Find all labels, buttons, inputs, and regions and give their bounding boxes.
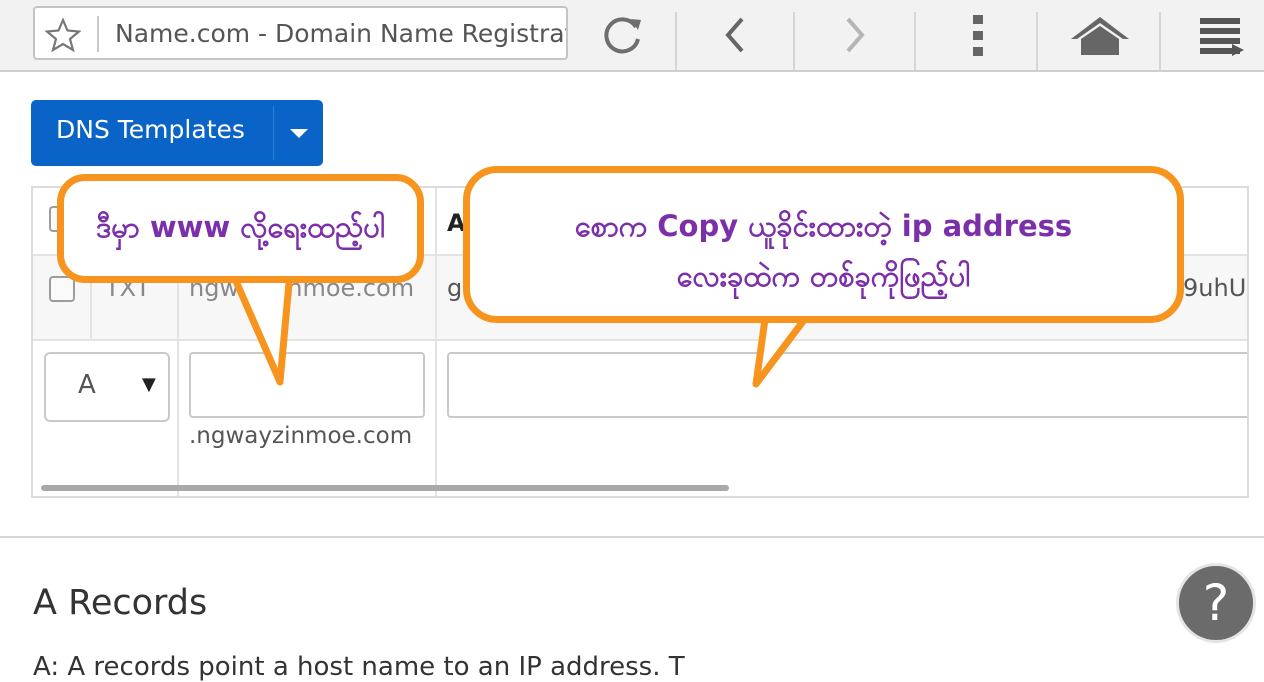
callout-host-instruction: ဒီမှာ www လို့ရေးထည့်ပါ (57, 174, 424, 283)
overflow-menu-button[interactable] (956, 12, 1000, 58)
help-icon: ? (1202, 574, 1230, 632)
dns-templates-button[interactable]: DNS Templates (31, 100, 323, 166)
record-answer-cell: g (447, 274, 463, 302)
callout-answer-instruction: စောက Copy ယူခိုင်းထားတဲ့ ip address လေးခ… (463, 166, 1184, 323)
address-bar[interactable]: Name.com - Domain Name Registrati (33, 6, 568, 60)
page-title-text: Name.com - Domain Name Registrati (115, 19, 568, 48)
callout-tail (230, 270, 294, 386)
browser-toolbar: Name.com - Domain Name Registrati (0, 0, 1264, 72)
row-divider (33, 339, 1247, 341)
toolbar-divider (1159, 12, 1161, 70)
chevron-down-icon[interactable] (290, 129, 308, 138)
toolbar-divider (1036, 12, 1038, 70)
home-icon (1071, 17, 1129, 55)
reload-button[interactable] (598, 12, 648, 58)
split-divider (273, 106, 274, 160)
forward-icon (846, 17, 865, 53)
callout-answer-line1: စောက Copy ယူခိုင်းထားတဲ့ ip address (574, 209, 1073, 243)
row-checkbox[interactable] (49, 276, 75, 302)
horizontal-scrollbar[interactable] (41, 485, 729, 491)
forward-button[interactable] (832, 12, 878, 58)
toolbar-divider (793, 12, 795, 70)
help-button[interactable]: ? (1176, 563, 1256, 643)
toolbar-divider (914, 12, 916, 70)
toolbar-divider (675, 12, 677, 70)
reload-icon (604, 17, 641, 54)
record-answer-cell-end: 9uhU6 (1183, 274, 1247, 302)
caret-down-icon: ▼ (142, 374, 156, 395)
tabs-button[interactable] (1192, 12, 1252, 58)
dns-templates-label: DNS Templates (56, 115, 245, 144)
back-button[interactable] (712, 12, 758, 58)
host-suffix: .ngwayzinmoe.com (189, 423, 413, 449)
record-type-select[interactable]: A ▼ (44, 352, 170, 422)
record-type-value: A (78, 370, 96, 400)
back-icon (725, 17, 744, 53)
callout-host-text: ဒီမှာ www လို့ရေးထည့်ပါ (96, 210, 385, 244)
section-divider (0, 536, 1264, 538)
home-button[interactable] (1068, 12, 1132, 58)
answer-input[interactable] (447, 352, 1247, 418)
section-title: A Records (33, 583, 208, 623)
address-bar-separator (97, 16, 99, 52)
star-icon[interactable] (45, 17, 81, 53)
tabs-icon (1200, 18, 1244, 56)
section-description: A: A records point a host name to an IP … (33, 652, 685, 682)
callout-answer-line2: လေးခုထဲက တစ်ခုကိုဖြည့်ပါ (676, 259, 971, 293)
column-divider (435, 188, 437, 496)
overflow-menu-icon (973, 15, 983, 56)
